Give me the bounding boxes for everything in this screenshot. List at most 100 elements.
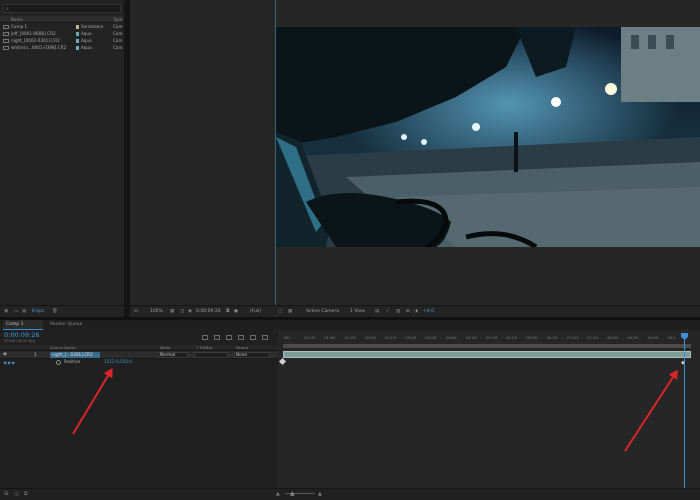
- column-trkmat[interactable]: T TrkMat: [196, 345, 212, 350]
- tab-comp-1[interactable]: Comp 1: [3, 320, 43, 330]
- property-name: Position: [64, 359, 81, 364]
- project-footer: ▣ ▭ ▦ 8 bpc 🗑: [0, 305, 124, 317]
- shy-layers-icon[interactable]: [226, 335, 232, 340]
- label-swatch: [76, 46, 79, 50]
- ruler-tick-label: 05:00f: [486, 336, 497, 340]
- in-out-icon[interactable]: ⧉: [24, 491, 28, 497]
- project-column-header: Name Type: [0, 16, 124, 23]
- mode-value: Normal: [160, 352, 176, 357]
- trash-icon[interactable]: 🗑: [52, 309, 58, 314]
- trkmat-dropdown[interactable]: [194, 352, 228, 358]
- project-item[interactable]: whiteria...0001-0398].CR2 Aqua Cam: [0, 45, 124, 51]
- ruler-tick-label: 04:00f: [445, 336, 457, 340]
- composition-frame[interactable]: [276, 27, 700, 247]
- work-area-bar[interactable]: [283, 344, 691, 348]
- timeline-footer: ⊞ ◫ ⧉ ▲ ▲: [0, 488, 700, 500]
- new-folder-icon[interactable]: ▭: [14, 309, 18, 314]
- label-swatch: [76, 39, 79, 43]
- grid-icon[interactable]: ▦: [170, 309, 174, 314]
- column-type[interactable]: Type: [113, 17, 122, 22]
- view-layout-dropdown[interactable]: 1 View: [350, 309, 365, 314]
- ruler-tick-label: 09:00f: [647, 336, 659, 340]
- viewer-toolbar: ⊡ 100% ▦ ◫ ◉ 0:00:09:26 ◘ ● (Full) ▢ ▩ A…: [130, 305, 700, 317]
- magnification-dropdown[interactable]: 100%: [150, 309, 163, 314]
- column-parent[interactable]: Parent: [236, 345, 248, 350]
- stopwatch-icon[interactable]: [56, 360, 61, 365]
- ruler-tick-label: 07:00f: [566, 336, 578, 340]
- project-item[interactable]: night_[0002-0301].CR2 Aqua Cam: [0, 38, 124, 44]
- footage-icon: [3, 32, 9, 36]
- channel-icon[interactable]: ●: [234, 309, 238, 314]
- current-time-indicator[interactable]: [684, 335, 685, 488]
- comp-mini-flowchart-icon[interactable]: [202, 335, 208, 340]
- modes-icon[interactable]: ◫: [14, 491, 19, 497]
- layer-number: 1: [34, 352, 37, 357]
- motion-blur-icon[interactable]: [250, 335, 256, 340]
- property-value[interactable]: 1512.0,550.0: [104, 359, 132, 364]
- flowchart-icon[interactable]: ⊞: [406, 309, 410, 314]
- time-ruler[interactable]: 00f 00:15f 01:00f 01:15f 02:00f 02:15f 03:00f 0…: [280, 333, 698, 343]
- interpret-footage-icon[interactable]: ▣: [4, 309, 8, 314]
- camera-view-dropdown[interactable]: Active Camera: [306, 309, 339, 314]
- project-item[interactable]: jeff_[0001-0688].CR2 Aqua Cam: [0, 31, 124, 37]
- keyframe-navigator[interactable]: ◀ ◆ ▶: [3, 360, 15, 365]
- column-source-name[interactable]: Source Name: [50, 345, 75, 350]
- mask-visibility-icon[interactable]: ◫: [180, 309, 184, 314]
- transparency-grid-icon[interactable]: ▩: [288, 309, 292, 314]
- ruler-tick-label: 08:15f: [627, 336, 639, 340]
- fast-previews-icon[interactable]: ⚡: [386, 309, 389, 314]
- parent-value: None: [236, 352, 247, 357]
- frame-count: 00296 (30.00 fps): [4, 339, 36, 343]
- snapshot-icon[interactable]: ◉: [188, 309, 192, 314]
- night-park-image: [276, 27, 700, 247]
- roi-icon[interactable]: ▢: [278, 309, 282, 314]
- column-mode[interactable]: Mode: [160, 345, 170, 350]
- new-comp-icon[interactable]: ▦: [22, 309, 26, 314]
- resolution-dropdown[interactable]: (Full): [250, 309, 261, 314]
- timeline-icon[interactable]: ▥: [396, 309, 400, 314]
- ruler-tick-label: 02:00f: [364, 336, 376, 340]
- footage-icon: [3, 46, 9, 50]
- project-item[interactable]: Comp 1 Sandstone Com: [0, 24, 124, 30]
- ruler-tick-label: 06:00f: [526, 336, 538, 340]
- ruler-tick-label: 02:15f: [385, 336, 396, 340]
- composition-icon: [3, 25, 9, 29]
- search-icon: ⌕: [6, 6, 9, 12]
- ruler-tick-label: 01:15f: [344, 336, 356, 340]
- ruler-tick-label: 03:00f: [405, 336, 417, 340]
- layer-duration-bar[interactable]: [283, 351, 691, 358]
- timeline-tab-bar: [0, 320, 700, 330]
- ruler-tick-label: 00:15f: [304, 336, 316, 340]
- camera-icon[interactable]: ◘: [226, 309, 230, 314]
- current-time[interactable]: 0:00:09:26: [4, 331, 40, 339]
- bpc-toggle[interactable]: 8 bpc: [32, 309, 44, 314]
- ruler-tick-label: 09:1: [667, 336, 676, 340]
- layer-switches-icon[interactable]: ⊞: [4, 491, 8, 497]
- graph-editor-icon[interactable]: [262, 335, 268, 340]
- column-name[interactable]: Name: [11, 17, 23, 22]
- ruler-tick-label: 05:15f: [506, 336, 518, 340]
- ruler-tick-label: 08:00f: [607, 336, 619, 340]
- ruler-tick-label: 00f: [284, 336, 290, 340]
- always-preview-icon[interactable]: ⊡: [134, 309, 138, 314]
- label-swatch: [76, 32, 79, 36]
- frame-blending-icon[interactable]: [238, 335, 244, 340]
- zoom-in-icon[interactable]: ▲: [318, 491, 322, 497]
- tab-render-queue[interactable]: Render Queue: [50, 322, 82, 327]
- zoom-out-icon[interactable]: ▲: [276, 491, 280, 497]
- eye-icon[interactable]: ◉: [3, 352, 7, 357]
- position-property-row[interactable]: [0, 359, 278, 366]
- ruler-tick-label: 07:15f: [587, 336, 598, 340]
- ruler-tick-label: 04:15f: [465, 336, 477, 340]
- ruler-tick-label: 01:00f: [324, 336, 336, 340]
- current-time-display[interactable]: 0:00:09:26: [196, 309, 221, 314]
- exposure-value[interactable]: +0.0: [423, 309, 434, 314]
- label-swatch: [76, 25, 79, 29]
- exposure-reset-icon[interactable]: ◑: [414, 309, 418, 314]
- layer-name[interactable]: night_[...0301].CR2: [52, 352, 93, 357]
- project-search-input[interactable]: ⌕: [3, 4, 121, 13]
- draft-3d-icon[interactable]: [214, 335, 220, 340]
- footage-icon: [3, 39, 9, 43]
- pixel-aspect-icon[interactable]: ▤: [375, 309, 379, 314]
- zoom-slider-thumb[interactable]: ▲: [290, 490, 295, 497]
